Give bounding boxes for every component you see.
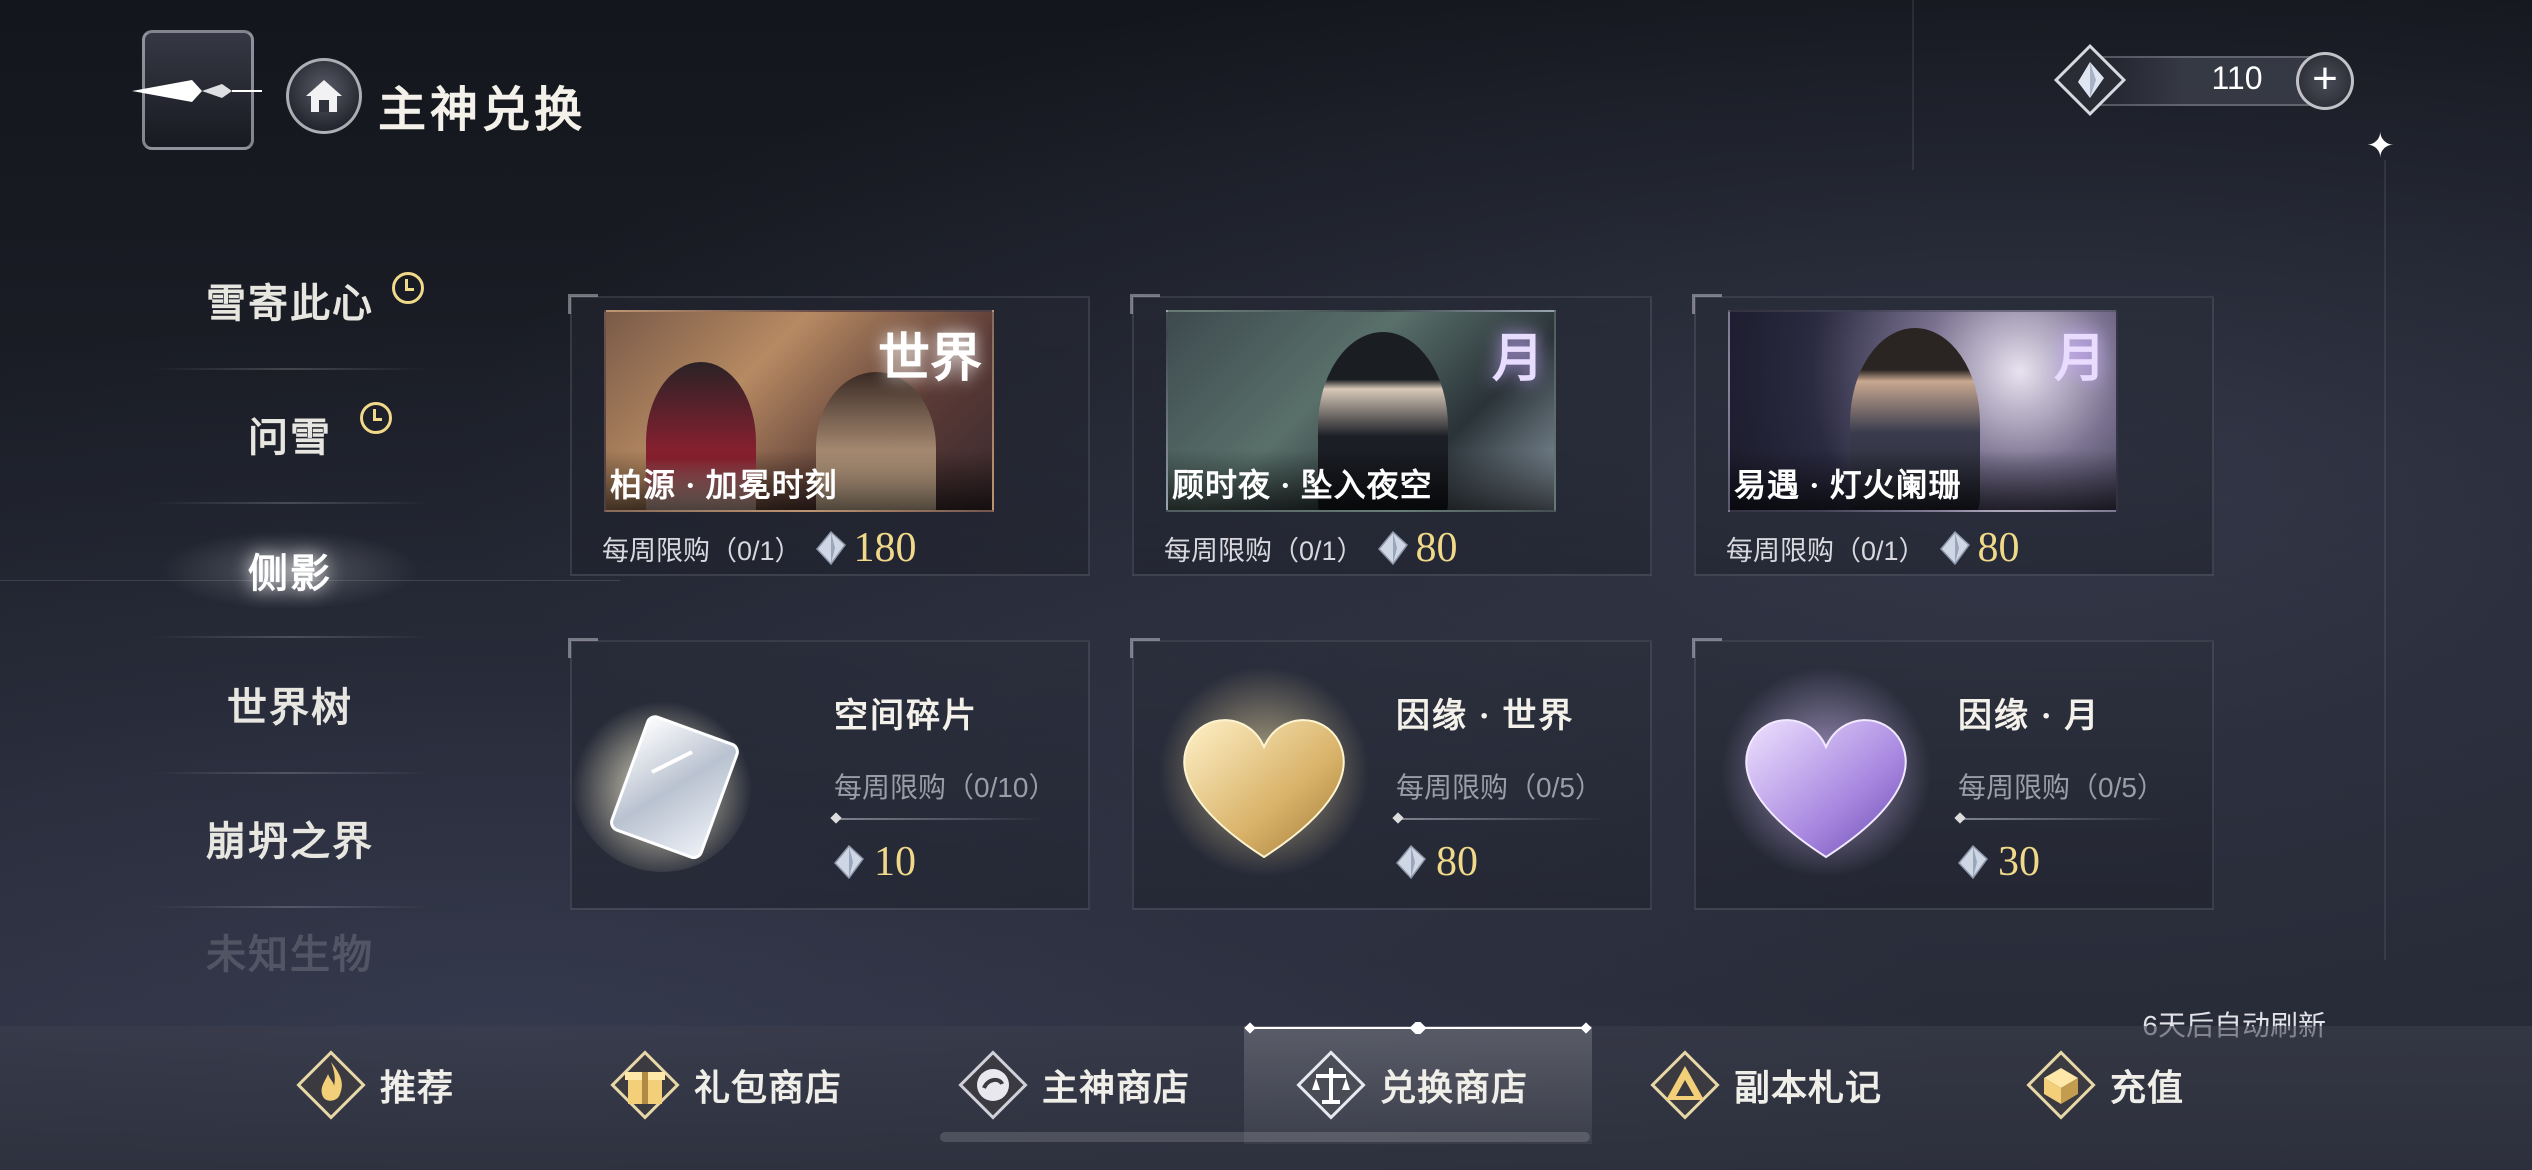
divider [150, 502, 430, 504]
diamond-currency-icon [1939, 531, 1970, 565]
purchase-limit: 每周限购（0/10） [834, 772, 1057, 803]
clock-icon [392, 272, 424, 304]
shop-card[interactable]: 月 顾时夜 · 坠入夜空 每周限购（0/1） 80 [1130, 294, 1652, 576]
flame-icon [296, 1050, 366, 1120]
price-value: 30 [1998, 839, 2040, 885]
price-value: 10 [874, 839, 916, 885]
gold-heart-icon [1159, 667, 1369, 877]
tab-label: 兑换商店 [1380, 1068, 1529, 1108]
divider [150, 636, 430, 638]
price: 180 [815, 524, 917, 572]
diamond-currency-icon [2053, 43, 2127, 117]
price: 30 [1958, 838, 2040, 886]
side-nav-label: 问雪 [248, 415, 332, 460]
page-title: 主神兑换 [378, 84, 587, 137]
divider [834, 818, 1044, 820]
side-nav-item-wenxue[interactable]: 问雪 [150, 384, 430, 484]
shop-card[interactable]: 世界 柏源 · 加冕时刻 每周限购（0/1） 180 [568, 294, 1090, 576]
card-title: 易遇 · 灯火阑珊 [1730, 450, 2116, 510]
home-button[interactable] [286, 58, 362, 134]
diamond-currency-icon [834, 845, 864, 879]
side-nav-label: 崩坍之界 [206, 819, 374, 864]
price: 80 [1939, 524, 2020, 572]
tab-gift-shop[interactable]: 礼包商店 [608, 1026, 842, 1144]
divider [150, 368, 430, 370]
gift-icon [610, 1050, 680, 1120]
purchase-limit: 每周限购（0/5） [1958, 772, 2165, 803]
diamond-currency-icon [1377, 531, 1408, 565]
card-tag: 月 [2053, 331, 2106, 388]
side-nav-label: 雪寄此心 [206, 281, 374, 326]
price-value: 80 [1415, 525, 1458, 571]
divider [1958, 818, 2168, 820]
tab-label: 主神商店 [1042, 1068, 1191, 1108]
side-nav-item-xuejicixin[interactable]: 雪寄此心 [150, 250, 430, 350]
card-art: 月 顾时夜 · 坠入夜空 [1166, 310, 1556, 512]
purple-heart-icon [1721, 667, 1931, 877]
purchase-limit: 每周限购（0/1） [602, 535, 802, 566]
tab-label: 礼包商店 [694, 1068, 843, 1108]
price-value: 180 [853, 525, 917, 571]
divider [150, 906, 430, 908]
side-nav-item-ceying[interactable]: 侧影 [150, 520, 430, 620]
purchase-limit: 每周限购（0/1） [1164, 535, 1364, 566]
back-arrow-icon [132, 80, 262, 102]
price: 80 [1377, 524, 1458, 572]
tab-god-shop[interactable]: 主神商店 [956, 1026, 1190, 1144]
item-name: 空间碎片 [834, 698, 978, 735]
price: 80 [1396, 838, 1478, 886]
diamond-currency-icon [815, 531, 846, 565]
tab-dungeon-notes[interactable]: 副本札记 [1648, 1026, 1882, 1144]
sparkle-icon: ✦ [2366, 126, 2395, 166]
side-nav-label: 侧影 [248, 551, 332, 596]
currency-display: 110 + [2052, 42, 2358, 118]
card-tag: 月 [1491, 331, 1544, 388]
purchase-limit: 每周限购（0/5） [1396, 772, 1603, 803]
tab-recharge[interactable]: 充值 [2024, 1026, 2184, 1144]
decor-line [1912, 0, 1914, 170]
card-tag: 世界 [877, 331, 982, 388]
home-indicator [940, 1132, 1590, 1142]
shop-card[interactable]: 因缘 · 世界 每周限购（0/5） 80 [1130, 638, 1652, 910]
price-value: 80 [1436, 839, 1478, 885]
emblem-icon [958, 1050, 1028, 1120]
diamond-currency-icon [1958, 845, 1988, 879]
scale-icon [1296, 1050, 1366, 1120]
tab-exchange-shop[interactable]: 兑换商店 [1244, 1026, 1592, 1144]
side-nav-label: 世界树 [227, 685, 353, 730]
divider [150, 772, 430, 774]
home-icon [306, 80, 342, 112]
side-nav-label: 未知生物 [206, 932, 374, 977]
divider [1396, 818, 1606, 820]
item-name: 因缘 · 世界 [1396, 698, 1575, 735]
side-nav-item-bengtanzhijie[interactable]: 崩坍之界 [150, 788, 430, 888]
price: 10 [834, 838, 916, 886]
shop-card[interactable]: 因缘 · 月 每周限购（0/5） 30 [1692, 638, 2214, 910]
shop-card[interactable]: 空间碎片 每周限购（0/10） 10 [568, 638, 1090, 910]
item-name: 因缘 · 月 [1958, 698, 2101, 735]
card-art: 月 易遇 · 灯火阑珊 [1728, 310, 2118, 512]
card-title: 柏源 · 加冕时刻 [606, 450, 992, 510]
card-art: 世界 柏源 · 加冕时刻 [604, 310, 994, 512]
add-currency-button[interactable]: + [2296, 52, 2354, 110]
tab-label: 充值 [2110, 1068, 2185, 1108]
tab-label: 推荐 [380, 1068, 455, 1108]
purchase-limit: 每周限购（0/1） [1726, 535, 1926, 566]
decor-line [2384, 160, 2386, 960]
diamond-currency-icon [1396, 845, 1426, 879]
back-button[interactable] [132, 30, 264, 150]
side-nav-item-weizhishengwu[interactable]: 未知生物 [150, 922, 430, 986]
clock-icon [360, 402, 392, 434]
currency-value: 110 [2211, 60, 2263, 96]
tab-label: 副本札记 [1734, 1068, 1883, 1108]
side-nav-item-shijieshu[interactable]: 世界树 [150, 654, 430, 754]
card-title: 顾时夜 · 坠入夜空 [1168, 450, 1554, 510]
price-value: 80 [1977, 525, 2020, 571]
shop-card[interactable]: 月 易遇 · 灯火阑珊 每周限购（0/1） 80 [1692, 294, 2214, 576]
tab-recommend[interactable]: 推荐 [294, 1026, 454, 1144]
triangle-icon [1650, 1050, 1720, 1120]
cube-icon [2026, 1050, 2096, 1120]
crystal-card-icon [572, 692, 752, 872]
